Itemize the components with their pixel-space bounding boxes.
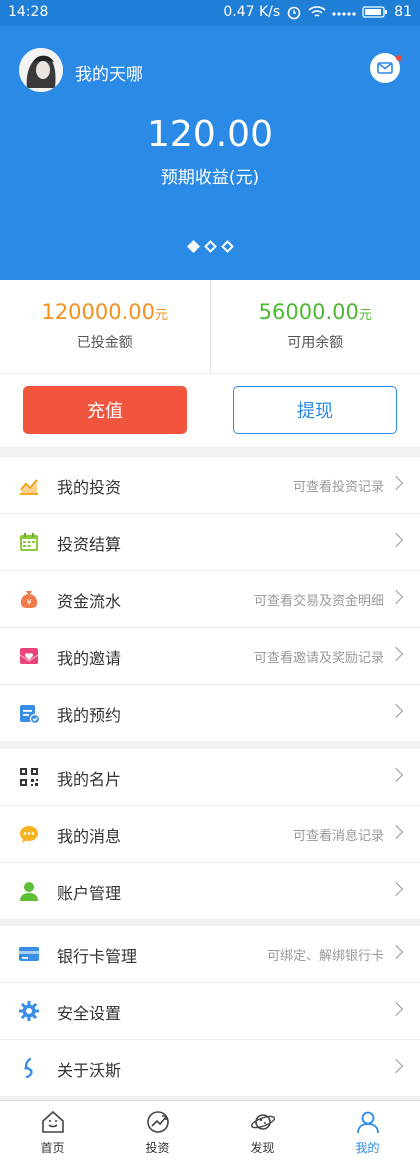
- menu-item-hint: 可查看邀请及奖励记录: [254, 647, 384, 666]
- carousel-dot[interactable]: [187, 240, 200, 253]
- tab-invest[interactable]: 投资: [105, 1101, 210, 1161]
- chevron-right-icon: [389, 825, 403, 839]
- menu-item-label: 我的投资: [57, 474, 121, 498]
- menu-item-label: 银行卡管理: [57, 943, 137, 967]
- account-stats: 120000.00元 已投金额 56000.00元 可用余额: [0, 280, 420, 373]
- qrcode-icon: [18, 766, 40, 788]
- unread-dot: [396, 55, 402, 61]
- signal-icon: [332, 7, 356, 17]
- menu-item-label: 资金流水: [57, 588, 121, 612]
- money-bag-icon: ¥: [18, 588, 40, 610]
- avatar-image: [19, 48, 63, 92]
- menu-item-hint: 可查看交易及资金明细: [254, 590, 384, 609]
- tab-home[interactable]: 首页: [0, 1101, 105, 1161]
- wifi-icon: [308, 5, 326, 19]
- menu-item-about[interactable]: 关于沃斯: [0, 1040, 420, 1096]
- expected-earnings: 120.00: [0, 114, 420, 155]
- home-icon: [0, 1101, 105, 1138]
- status-bar: 14:28 0.47 K/s 81: [0, 0, 420, 26]
- menu-item-bank-card[interactable]: 银行卡管理 可绑定、解绑银行卡: [0, 926, 420, 983]
- available-balance[interactable]: 56000.00元 可用余额: [210, 280, 420, 373]
- calendar-icon: [18, 531, 40, 553]
- menu-item-label: 投资结算: [57, 531, 121, 555]
- available-label: 可用余额: [211, 332, 420, 352]
- about-icon: [18, 1057, 40, 1079]
- menu-item-label: 我的预约: [57, 702, 121, 726]
- invested-label: 已投金额: [0, 332, 210, 352]
- chevron-right-icon: [389, 704, 403, 718]
- chevron-right-icon: [389, 945, 403, 959]
- message-icon: [18, 823, 40, 845]
- carousel-indicator: [0, 242, 420, 251]
- battery-level: 81: [394, 4, 412, 20]
- menu-item-message[interactable]: 我的消息 可查看消息记录: [0, 806, 420, 863]
- chevron-right-icon: [389, 533, 403, 547]
- menu-item-qrcode[interactable]: 我的名片: [0, 749, 420, 806]
- invite-icon: [18, 645, 40, 667]
- carousel-dot[interactable]: [204, 240, 217, 253]
- chevron-right-icon: [389, 590, 403, 604]
- menu-group-investment: 我的投资 可查看投资记录投资结算 ¥ 资金流水 可查看交易及资金明细我的邀请 可查看邀请及…: [0, 457, 420, 741]
- menu-item-label: 我的名片: [57, 766, 121, 790]
- menu-item-gear[interactable]: 安全设置: [0, 983, 420, 1040]
- user-icon: [18, 880, 40, 902]
- bank-card-icon: [18, 943, 40, 965]
- menu-item-user[interactable]: 账户管理: [0, 863, 420, 919]
- menu-item-label: 我的邀请: [57, 645, 121, 669]
- action-bar: 充值 提现: [0, 373, 420, 447]
- menu-item-schedule[interactable]: 我的预约: [0, 685, 420, 741]
- menu-item-calendar[interactable]: 投资结算: [0, 514, 420, 571]
- menu-item-hint: 可查看投资记录: [293, 476, 384, 495]
- menu-item-label: 我的消息: [57, 823, 121, 847]
- planet-icon: [210, 1101, 315, 1138]
- bottom-tab-bar: 首页投资发现我的: [0, 1100, 420, 1161]
- earnings-header: 我的天哪 120.00 预期收益(元): [0, 26, 420, 280]
- status-time: 14:28: [8, 4, 48, 20]
- alarm-icon: [286, 4, 302, 20]
- menu-item-money-bag[interactable]: ¥ 资金流水 可查看交易及资金明细: [0, 571, 420, 628]
- menu-item-label: 账户管理: [57, 880, 121, 904]
- available-value: 56000.00: [259, 300, 359, 324]
- invested-unit: 元: [155, 308, 168, 323]
- chevron-right-icon: [389, 1059, 403, 1073]
- schedule-icon: [18, 702, 40, 724]
- chevron-right-icon: [389, 882, 403, 896]
- chevron-right-icon: [389, 476, 403, 490]
- chevron-right-icon: [389, 1002, 403, 1016]
- chart-icon: [18, 474, 40, 496]
- menu-item-invite[interactable]: 我的邀请 可查看邀请及奖励记录: [0, 628, 420, 685]
- available-unit: 元: [359, 308, 372, 323]
- username[interactable]: 我的天哪: [75, 60, 143, 85]
- battery-icon: [362, 6, 388, 18]
- invested-value: 120000.00: [41, 300, 155, 324]
- gear-icon: [18, 1000, 40, 1022]
- network-speed: 0.47 K/s: [223, 4, 280, 20]
- invest-icon: [105, 1101, 210, 1138]
- profile-icon: [315, 1101, 420, 1138]
- withdraw-button[interactable]: 提现: [233, 386, 397, 434]
- tab-profile[interactable]: 我的: [315, 1101, 420, 1161]
- menu-item-chart[interactable]: 我的投资 可查看投资记录: [0, 457, 420, 514]
- tab-label: 投资: [105, 1139, 210, 1156]
- chevron-right-icon: [389, 647, 403, 661]
- chevron-right-icon: [389, 768, 403, 782]
- recharge-button[interactable]: 充值: [23, 386, 187, 434]
- avatar[interactable]: [19, 48, 63, 92]
- tab-planet[interactable]: 发现: [210, 1101, 315, 1161]
- menu-item-label: 关于沃斯: [57, 1057, 121, 1081]
- menu-item-hint: 可查看消息记录: [293, 825, 384, 844]
- expected-earnings-label: 预期收益(元): [0, 163, 420, 188]
- svg-text:¥: ¥: [26, 598, 31, 607]
- menu-group-account: 我的名片我的消息 可查看消息记录账户管理: [0, 749, 420, 919]
- carousel-dot[interactable]: [221, 240, 234, 253]
- tab-label: 我的: [315, 1139, 420, 1156]
- menu-item-label: 安全设置: [57, 1000, 121, 1024]
- menu-group-settings: 银行卡管理 可绑定、解绑银行卡安全设置关于沃斯: [0, 926, 420, 1096]
- tab-label: 首页: [0, 1139, 105, 1156]
- mail-button[interactable]: [370, 53, 400, 83]
- invested-amount[interactable]: 120000.00元 已投金额: [0, 280, 210, 373]
- tab-label: 发现: [210, 1139, 315, 1156]
- menu-item-hint: 可绑定、解绑银行卡: [267, 945, 384, 964]
